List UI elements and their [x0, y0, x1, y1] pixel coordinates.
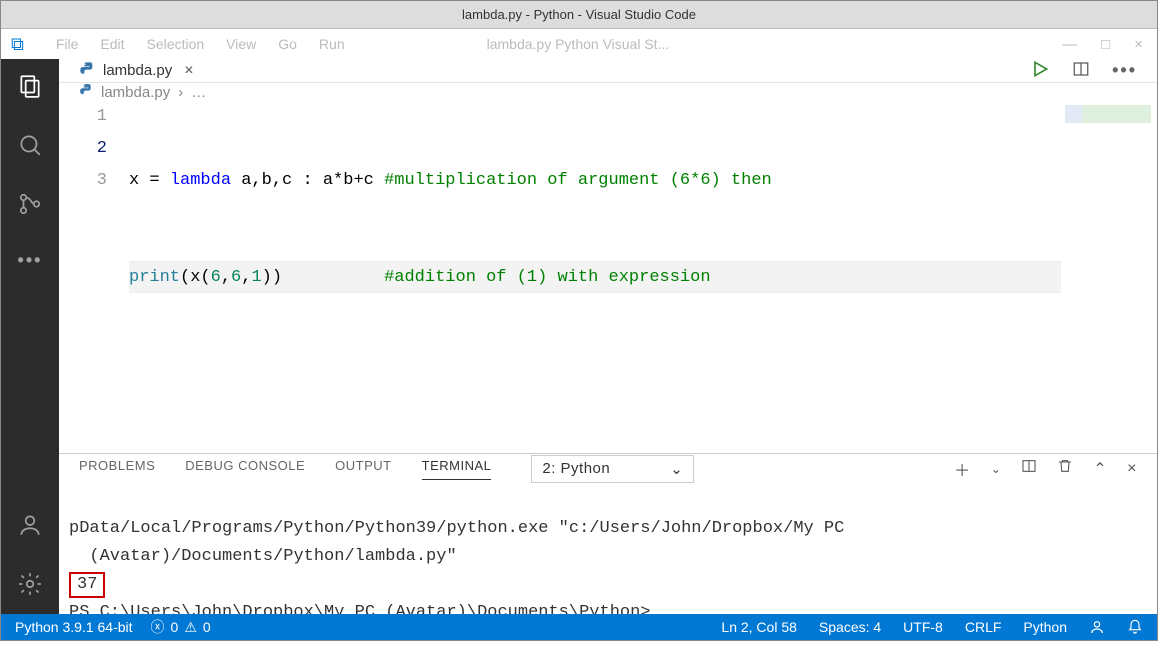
code-editor[interactable]: 1 2 3 x = lambda a,b,c : a*b+c #multipli…: [59, 101, 1157, 453]
new-terminal-icon[interactable]: ＋: [954, 457, 971, 481]
menu-go[interactable]: Go: [278, 36, 297, 52]
editor-tab[interactable]: lambda.py ×: [67, 59, 210, 82]
panel-tab-problems[interactable]: PROBLEMS: [79, 458, 155, 479]
menu-edit[interactable]: Edit: [100, 36, 124, 52]
status-lang[interactable]: Python: [1023, 619, 1067, 635]
vscode-logo-icon: ⧉: [11, 34, 24, 55]
error-icon: ⓧ: [151, 617, 165, 637]
close-panel-icon[interactable]: ×: [1127, 460, 1137, 478]
breadcrumb[interactable]: lambda.py › …: [59, 83, 1157, 101]
editor-tab-bar: lambda.py × •••: [59, 59, 1157, 83]
status-encoding[interactable]: UTF-8: [903, 619, 943, 635]
terminal-result: 37: [69, 572, 105, 598]
panel-tab-output[interactable]: OUTPUT: [335, 458, 391, 479]
maximize-panel-icon[interactable]: ⌃: [1093, 459, 1107, 479]
panel-tab-bar: PROBLEMS DEBUG CONSOLE OUTPUT TERMINAL 2…: [59, 454, 1157, 483]
notifications-icon[interactable]: [1127, 619, 1143, 635]
line-gutter: 1 2 3: [59, 101, 129, 453]
source-control-icon[interactable]: [17, 191, 43, 220]
split-editor-icon[interactable]: [1072, 60, 1090, 81]
breadcrumb-sep: ›: [178, 84, 183, 101]
activity-bar: •••: [1, 59, 59, 614]
editor-group: lambda.py × ••• lambda.py › …: [59, 59, 1157, 614]
tab-filename: lambda.py: [103, 62, 172, 79]
panel-tab-terminal[interactable]: TERMINAL: [422, 458, 492, 480]
run-icon[interactable]: [1030, 59, 1050, 82]
menu-run[interactable]: Run: [319, 36, 345, 52]
main-area: ••• lambda.py ×: [1, 59, 1157, 614]
status-spaces[interactable]: Spaces: 4: [819, 619, 881, 635]
terminal-line: (Avatar)/Documents/Python/lambda.py": [69, 547, 457, 566]
feedback-icon[interactable]: [1089, 619, 1105, 635]
settings-gear-icon[interactable]: [17, 571, 43, 600]
status-bar: Python 3.9.1 64-bit ⓧ0 ⚠0 Ln 2, Col 58 S…: [1, 614, 1157, 640]
tab-close-icon[interactable]: ×: [180, 62, 197, 80]
title-bar: lambda.py - Python - Visual Studio Code: [1, 1, 1157, 29]
accounts-icon[interactable]: [17, 512, 43, 541]
trash-icon[interactable]: [1057, 458, 1073, 479]
menu-view[interactable]: View: [226, 36, 256, 52]
menu-file[interactable]: File: [56, 36, 79, 52]
terminal-selector[interactable]: 2: Python ⌄: [531, 455, 694, 483]
search-icon[interactable]: [17, 132, 43, 161]
python-file-icon: [79, 83, 93, 101]
window-title: lambda.py - Python - Visual Studio Code: [462, 7, 696, 22]
status-problems[interactable]: ⓧ0 ⚠0: [151, 617, 211, 637]
panel-tab-debug[interactable]: DEBUG CONSOLE: [185, 458, 305, 479]
menu-bar: ⧉ File Edit Selection View Go Run lambda…: [1, 29, 1157, 59]
menu-truncated: lambda.py Python Visual St...: [487, 36, 670, 52]
minimap[interactable]: [1061, 101, 1157, 453]
split-terminal-icon[interactable]: [1021, 458, 1037, 479]
window-close-icon[interactable]: ×: [1134, 36, 1143, 53]
chevron-down-icon: ⌄: [670, 460, 683, 478]
menu-selection[interactable]: Selection: [147, 36, 205, 52]
window-maximize-icon[interactable]: □: [1101, 36, 1110, 53]
line-number: 1: [59, 101, 107, 133]
code-content[interactable]: x = lambda a,b,c : a*b+c #multiplication…: [129, 101, 1061, 453]
status-python-version[interactable]: Python 3.9.1 64-bit: [15, 619, 133, 635]
status-cursor[interactable]: Ln 2, Col 58: [721, 619, 797, 635]
terminal-selector-label: 2: Python: [542, 460, 610, 477]
window-minimize-icon[interactable]: —: [1062, 36, 1077, 53]
line-number: 2: [59, 133, 107, 165]
breadcrumb-file: lambda.py: [101, 84, 170, 101]
status-eol[interactable]: CRLF: [965, 619, 1002, 635]
python-file-icon: [79, 61, 95, 81]
explorer-icon[interactable]: [17, 73, 43, 102]
warning-icon: ⚠: [184, 619, 197, 636]
editor-more-icon[interactable]: •••: [1112, 60, 1137, 81]
line-number: 3: [59, 165, 107, 197]
more-icon[interactable]: •••: [18, 250, 43, 271]
breadcrumb-more: …: [191, 84, 206, 101]
terminal-line: pData/Local/Programs/Python/Python39/pyt…: [69, 519, 844, 538]
chevron-down-icon[interactable]: ⌄: [991, 462, 1002, 476]
